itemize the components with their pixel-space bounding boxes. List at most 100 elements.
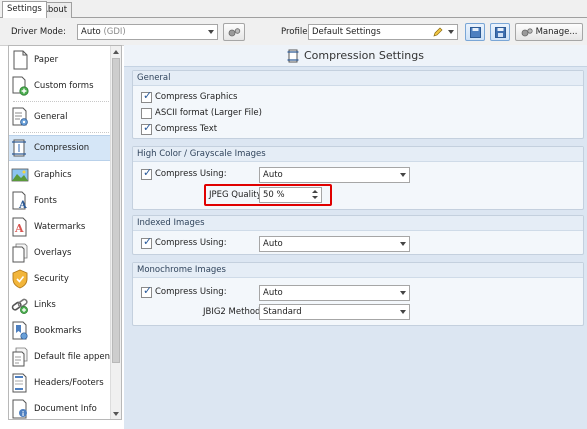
compression-icon [12,139,26,157]
compress-text-checkbox[interactable]: ✓ [141,121,153,135]
sidebar-scrollbar[interactable] [110,46,121,419]
driver-settings-button[interactable] [223,23,245,41]
scroll-down-button[interactable] [111,408,121,419]
save-as-profile-button[interactable] [490,23,510,41]
high-color-compression-select[interactable]: Auto [259,167,410,183]
security-shield-icon [12,269,28,289]
group-title: General [133,71,583,86]
scroll-up-button[interactable] [111,46,121,57]
checkmark-icon: ✓ [143,89,153,102]
fonts-icon: A [12,191,27,211]
group-title: High Color / Grayscale Images [133,147,583,162]
sidebar-item-label: Document Info [34,404,97,414]
manage-profiles-button[interactable]: Manage... [515,23,583,41]
driver-mode-label: Driver Mode: [11,27,66,37]
sidebar-item-security[interactable]: Security [9,266,111,292]
indexed-compress-label: Compress Using: [155,238,227,248]
sidebar-item-general[interactable]: General [9,104,111,130]
chevron-down-icon [400,310,406,314]
sidebar-item-bookmarks[interactable]: Bookmarks [9,318,111,344]
group-title: Indexed Images [133,216,583,231]
sidebar-item-headers-footers[interactable]: Headers/Footers [9,370,111,396]
spin-arrows-icon[interactable] [311,189,319,201]
chevron-down-icon [448,30,454,34]
jpeg-quality-label: JPEG Quality: [209,190,264,200]
file-append-icon [12,347,28,367]
sidebar-item-document-info[interactable]: i Document Info [9,396,111,419]
checkmark-icon: ✓ [143,284,153,297]
jbig2-method-select[interactable]: Standard [259,304,410,320]
sidebar-item-fonts[interactable]: A Fonts [9,188,111,214]
svg-text:A: A [18,200,27,211]
compress-graphics-checkbox[interactable]: ✓ [141,89,153,103]
tab-settings-label: Settings [7,4,42,14]
sidebar-item-label: Custom forms [34,81,94,91]
chevron-down-icon [400,291,406,295]
headers-footers-icon [12,373,27,393]
save-profile-button[interactable] [465,23,485,41]
compression-icon [287,49,299,62]
watermarks-icon: A [12,217,27,237]
sidebar-item-links[interactable]: Links [9,292,111,318]
panel-header: Compression Settings [124,45,587,67]
tab-settings[interactable]: Settings [2,1,47,18]
ascii-format-label: ASCII format (Larger File) [155,108,262,118]
sidebar-item-overlays[interactable]: Overlays [9,240,111,266]
custom-forms-icon [12,76,29,96]
sidebar-item-paper[interactable]: Paper [9,47,111,73]
jbig2-method-label: JBIG2 Method: [203,307,264,317]
sidebar-item-graphics[interactable]: Graphics [9,162,111,188]
indexed-compress-checkbox[interactable]: ✓ [141,236,152,249]
bookmarks-icon [12,321,28,340]
sidebar-item-label: Fonts [34,196,57,206]
ascii-format-checkbox[interactable] [141,108,152,119]
profile-label: Profile: [281,27,311,37]
jpeg-quality-value: 50 % [263,190,285,200]
sidebar-item-label: Watermarks [34,222,86,232]
general-settings-icon [12,107,28,126]
gears-icon [228,27,240,36]
settings-sidebar: Paper Custom forms General Compression G… [8,45,122,420]
monochrome-compression-value: Auto [263,288,283,298]
sidebar-item-watermarks[interactable]: A Watermarks [9,214,111,240]
indexed-compression-value: Auto [263,239,283,249]
sidebar-item-label: Overlays [34,248,72,258]
save-icon [469,26,481,38]
monochrome-compression-select[interactable]: Auto [259,285,410,301]
sidebar-divider [13,132,109,133]
high-color-group: High Color / Grayscale Images ✓ Compress… [132,146,584,210]
chevron-down-icon [208,30,214,34]
pencil-icon[interactable] [433,27,443,37]
sidebar-item-label: Headers/Footers [34,378,104,388]
group-title: Monochrome Images [133,263,583,278]
sidebar-item-compression[interactable]: Compression [9,135,111,161]
sidebar-item-label: General [34,112,68,122]
manage-label: Manage... [535,27,578,37]
chevron-down-icon [400,242,406,246]
chevron-down-icon [113,411,119,416]
driver-mode-value: Auto [81,27,101,37]
indexed-compression-select[interactable]: Auto [259,236,410,252]
chevron-down-icon [400,173,406,177]
high-color-compression-value: Auto [263,170,283,180]
sidebar-item-label: Default file append [34,352,116,362]
svg-text:i: i [22,411,24,418]
monochrome-group: Monochrome Images ✓ Compress Using: Auto… [132,262,584,326]
paper-icon [13,50,28,70]
chevron-up-icon [113,49,119,54]
driver-mode-hint: (GDI) [103,27,126,37]
driver-mode-select[interactable]: Auto (GDI) [77,24,218,40]
monochrome-compress-label: Compress Using: [155,287,227,297]
save-as-icon [494,26,506,38]
scroll-thumb[interactable] [112,58,120,363]
checkmark-icon: ✓ [143,121,153,134]
sidebar-item-label: Security [34,274,69,284]
jpeg-quality-stepper[interactable]: 50 % [259,187,322,203]
high-color-compress-checkbox[interactable]: ✓ [141,167,152,180]
sidebar-item-default-file-append[interactable]: Default file append [9,344,115,370]
sidebar-item-custom-forms[interactable]: Custom forms [9,73,111,99]
profile-select[interactable]: Default Settings [308,24,458,40]
overlays-icon [12,243,28,263]
sidebar-item-label: Bookmarks [34,326,82,336]
monochrome-compress-checkbox[interactable]: ✓ [141,284,153,298]
